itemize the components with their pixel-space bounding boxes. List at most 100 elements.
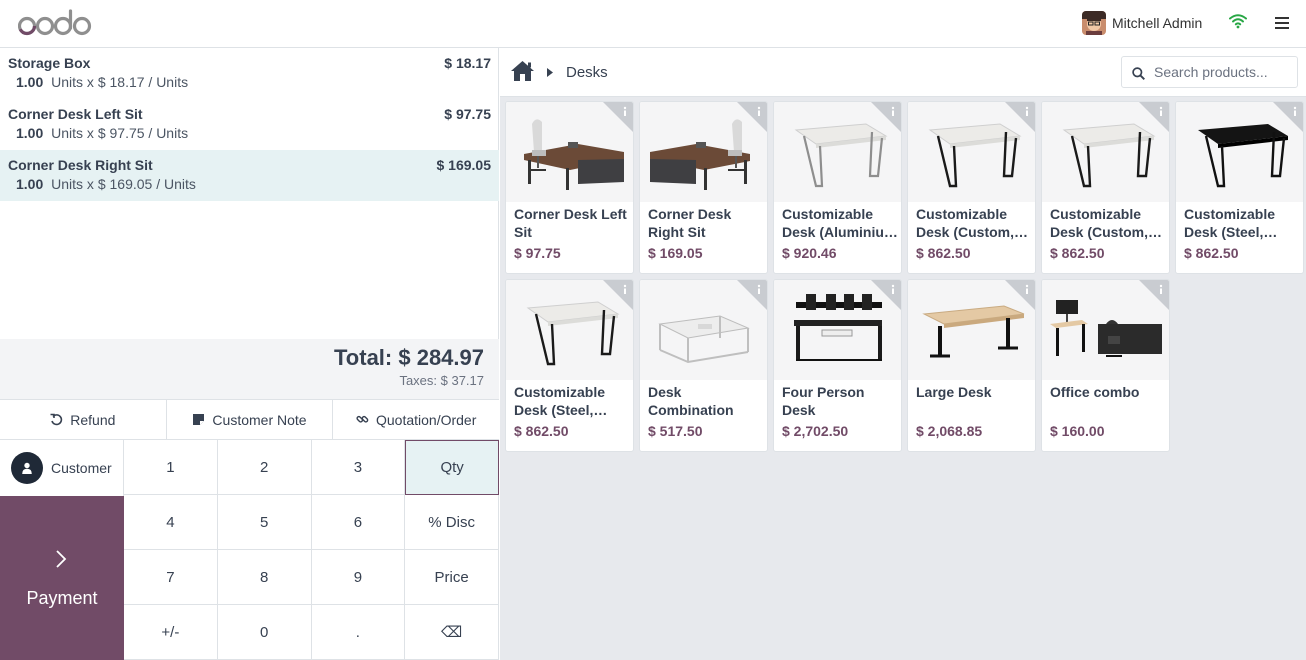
product-info-icon[interactable] [603, 280, 633, 310]
product-info-icon[interactable] [1005, 102, 1035, 132]
product-info-icon[interactable] [871, 280, 901, 310]
product-name: Large Desk [916, 384, 992, 400]
search-icon [1132, 67, 1145, 80]
product-info-icon[interactable] [1273, 102, 1303, 132]
product-info-icon[interactable] [1139, 280, 1169, 310]
product-price: $ 517.50 [648, 423, 703, 439]
product-card[interactable]: Large Desk $ 2,068.85 [907, 279, 1036, 452]
wifi-icon[interactable] [1229, 13, 1247, 29]
product-name: Desk Combination [648, 384, 734, 418]
numpad-mode-qty[interactable]: Qty [405, 440, 499, 495]
user-menu[interactable]: Mitchell Admin [1082, 11, 1202, 35]
numpad-key-6[interactable]: 6 [311, 495, 406, 550]
breadcrumb-category[interactable]: Desks [566, 64, 608, 81]
numpad-key-decimal[interactable]: . [311, 605, 406, 660]
numpad-key-7[interactable]: 7 [124, 550, 218, 605]
avatar [1082, 11, 1106, 35]
order-line-price: $ 169.05 [436, 157, 492, 173]
order-line-unit-info: Units x $ 97.75 / Units [51, 125, 189, 141]
numpad-mode-price[interactable]: Price [405, 550, 499, 605]
backspace-key[interactable]: ⌫ [405, 605, 499, 660]
product-card[interactable]: Customizable Desk (Custom,… $ 862.50 [1041, 101, 1170, 274]
payment-label: Payment [26, 588, 98, 608]
product-card[interactable]: Customizable Desk (Aluminiu… $ 920.46 [773, 101, 902, 274]
order-line-name: Corner Desk Left Sit [8, 106, 143, 122]
product-name: Four Person Desk [782, 384, 865, 418]
payment-button[interactable]: Payment [0, 496, 124, 660]
product-price: $ 97.75 [514, 245, 561, 261]
products-pane: Desks Corner Desk Left Sit $ 97.75 Corner… [500, 48, 1306, 660]
product-card[interactable]: Corner Desk Left Sit $ 97.75 [505, 101, 634, 274]
product-card[interactable]: Customizable Desk (Steel,… $ 862.50 [1175, 101, 1304, 274]
caret-right-icon [547, 68, 553, 77]
chevron-right-icon [56, 550, 67, 568]
product-info-icon[interactable] [737, 280, 767, 310]
numpad-key-0[interactable]: 0 [217, 605, 312, 660]
product-info-icon[interactable] [737, 102, 767, 132]
product-price: $ 862.50 [514, 423, 569, 439]
user-icon [11, 452, 43, 484]
order-line-price: $ 18.17 [444, 55, 491, 71]
product-name: Corner Desk Left Sit [514, 206, 627, 240]
product-card[interactable]: Office combo $ 160.00 [1041, 279, 1170, 452]
product-name: Corner Desk Right Sit [648, 206, 732, 240]
numpad-key-8[interactable]: 8 [217, 550, 312, 605]
numpad-key-4[interactable]: 4 [124, 495, 218, 550]
numpad-key-1[interactable]: 1 [124, 440, 218, 495]
order-line-qty: 1.00 [16, 74, 44, 90]
product-price: $ 2,702.50 [782, 423, 849, 439]
customer-label: Customer [51, 460, 112, 476]
quotation-order-label: Quotation/Order [375, 411, 477, 428]
product-card[interactable]: Corner Desk Right Sit $ 169.05 [639, 101, 768, 274]
numpad-key-5[interactable]: 5 [217, 495, 312, 550]
link-icon [356, 415, 369, 423]
order-line-price: $ 97.75 [444, 106, 491, 122]
home-icon[interactable] [510, 60, 535, 82]
refund-button[interactable]: Refund [0, 400, 167, 439]
product-info-icon[interactable] [871, 102, 901, 132]
product-info-icon[interactable] [1005, 280, 1035, 310]
product-name: Customizable Desk (Custom,… [1050, 206, 1163, 240]
order-line-qty: 1.00 [16, 176, 44, 192]
product-price: $ 862.50 [1184, 245, 1239, 261]
product-card[interactable]: Customizable Desk (Steel,… $ 862.50 [505, 279, 634, 452]
customer-note-button[interactable]: Customer Note [166, 400, 334, 439]
numpad: 1 2 3 Qty 4 5 6 % Disc 7 8 9 Price +/- 0… [124, 440, 499, 660]
product-name: Customizable Desk (Aluminiu… [782, 206, 898, 240]
product-price: $ 920.46 [782, 245, 837, 261]
order-line[interactable]: Storage Box $ 18.17 1.00 Units x $ 18.17… [0, 48, 499, 99]
top-header: Mitchell Admin [0, 0, 1306, 48]
numpad-mode-discount[interactable]: % Disc [405, 495, 499, 550]
product-name: Customizable Desk (Custom,… [916, 206, 1029, 240]
numpad-key-9[interactable]: 9 [311, 550, 406, 605]
product-price: $ 862.50 [1050, 245, 1105, 261]
order-line-qty: 1.00 [16, 125, 44, 141]
order-pane: Storage Box $ 18.17 1.00 Units x $ 18.17… [0, 48, 500, 660]
product-card[interactable]: Desk Combination $ 517.50 [639, 279, 768, 452]
product-name: Office combo [1050, 384, 1140, 400]
search-box[interactable] [1121, 56, 1298, 88]
product-price: $ 160.00 [1050, 423, 1105, 439]
quotation-order-button[interactable]: Quotation/Order [333, 400, 500, 439]
order-line-detail: 1.00 Units x $ 18.17 / Units [16, 74, 188, 90]
hamburger-menu-icon[interactable] [1275, 16, 1289, 30]
numpad-key-plus-minus[interactable]: +/- [124, 605, 218, 660]
order-line-unit-info: Units x $ 18.17 / Units [51, 74, 189, 90]
product-info-icon[interactable] [603, 102, 633, 132]
order-total: Total: $ 284.97 [334, 345, 484, 370]
customer-button[interactable]: Customer [0, 440, 124, 496]
product-card[interactable]: Customizable Desk (Custom,… $ 862.50 [907, 101, 1036, 274]
product-info-icon[interactable] [1139, 102, 1169, 132]
order-taxes: Taxes: $ 37.17 [399, 373, 484, 388]
odoo-logo[interactable] [18, 6, 94, 40]
numpad-key-3[interactable]: 3 [311, 440, 406, 495]
order-line-detail: 1.00 Units x $ 169.05 / Units [16, 176, 196, 192]
search-input[interactable] [1154, 63, 1294, 81]
product-card[interactable]: Four Person Desk $ 2,702.50 [773, 279, 902, 452]
control-buttons: Refund Customer Note Quotation/Order [0, 399, 500, 440]
customer-note-label: Customer Note [212, 411, 307, 428]
order-line[interactable]: Corner Desk Left Sit $ 97.75 1.00 Units … [0, 99, 499, 150]
numpad-key-2[interactable]: 2 [217, 440, 312, 495]
breadcrumb: Desks [500, 48, 1306, 97]
order-line-selected[interactable]: Corner Desk Right Sit $ 169.05 1.00 Unit… [0, 150, 499, 201]
